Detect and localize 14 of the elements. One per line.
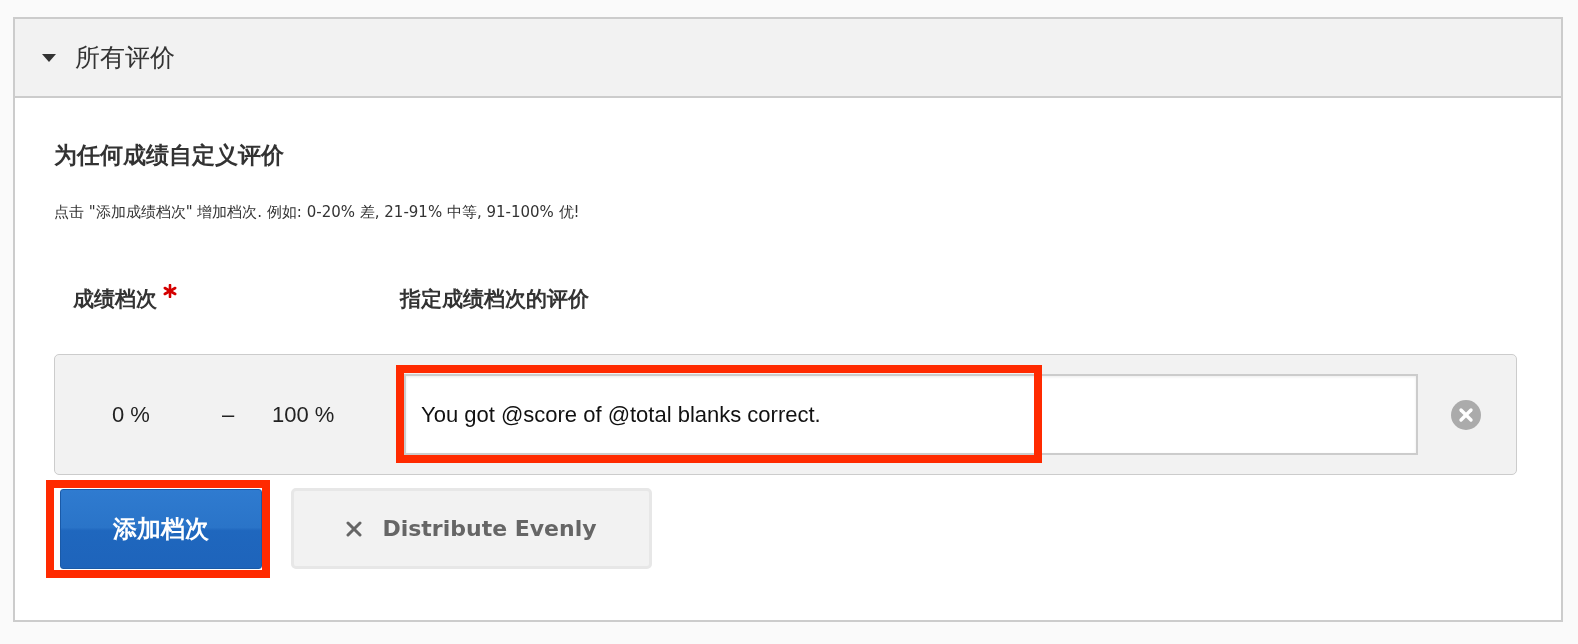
panel-title: 所有评价 [75, 42, 175, 74]
section-title: 为任何成绩自定义评价 [54, 141, 285, 170]
column-label: 指定成绩档次的评价 [400, 286, 589, 313]
panel-header[interactable]: 所有评价 [15, 19, 1561, 98]
column-label: 成绩档次 [73, 286, 157, 313]
add-range-button[interactable]: 添加档次 [60, 489, 262, 569]
feedback-input[interactable]: You got @score of @total blanks correct. [404, 374, 1418, 455]
caret-icon[interactable] [42, 53, 56, 62]
cross-icon [346, 520, 363, 537]
range-separator: – [222, 401, 236, 428]
distribute-evenly-button[interactable]: Distribute Evenly [291, 488, 652, 569]
section-description: 点击 "添加成绩档次" 增加档次. 例如: 0-20% 差, 21-91% 中等, 91-100% 优! [54, 202, 581, 223]
range-to-value: 100 % [272, 401, 336, 428]
range-from-value: 0 % [112, 401, 151, 428]
